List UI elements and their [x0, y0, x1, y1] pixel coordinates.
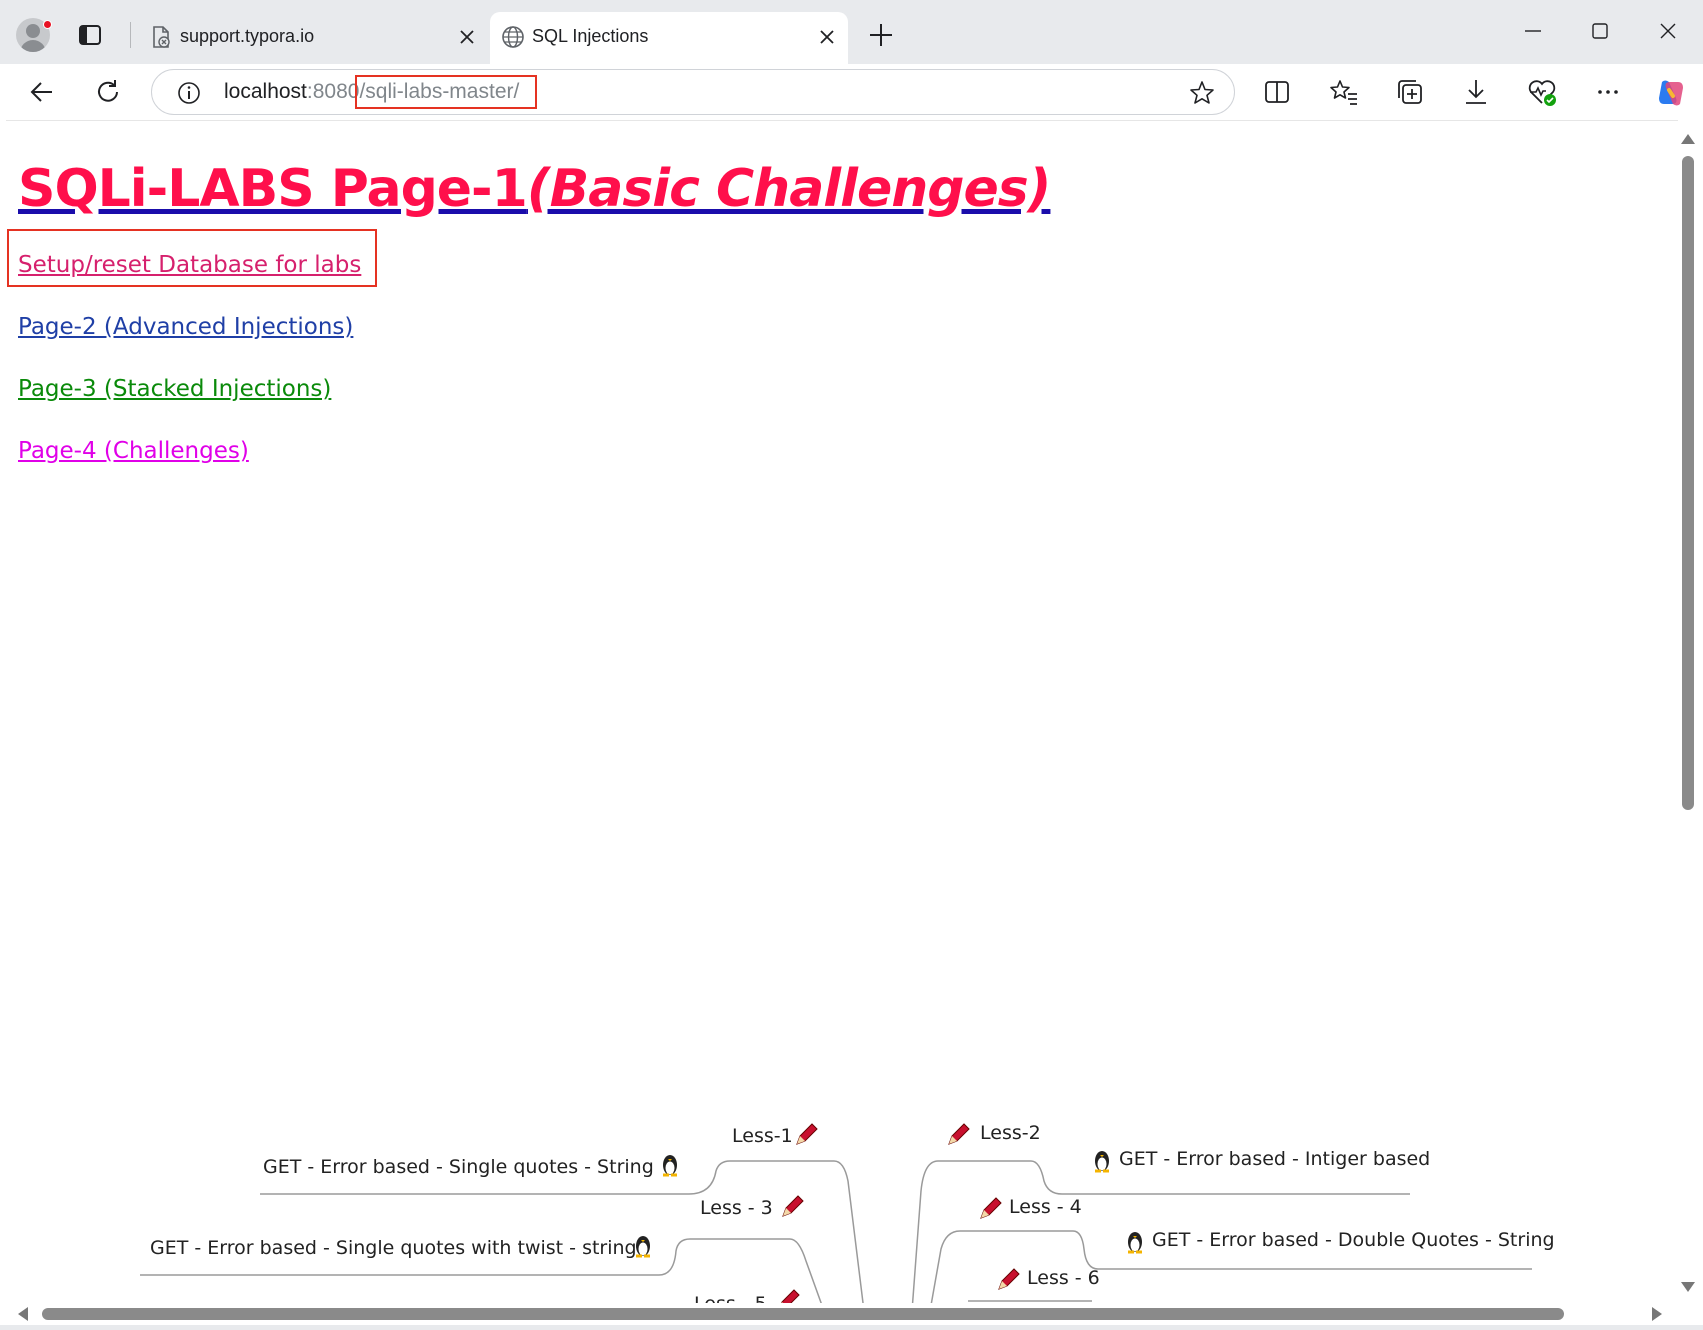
avatar-head — [26, 24, 40, 38]
info-icon[interactable] — [176, 80, 202, 106]
page-4-link[interactable]: Page-4 (Challenges) — [18, 438, 249, 464]
url-host: localhost — [224, 80, 307, 103]
tab-title: SQL Injections — [532, 26, 649, 46]
close-window-icon[interactable] — [1648, 14, 1688, 48]
close-tab-icon[interactable] — [816, 26, 838, 48]
notification-dot-icon — [43, 20, 52, 29]
browser-tab-bar: support.typora.io SQL Injections — [0, 0, 1703, 64]
maximize-icon[interactable] — [1580, 14, 1620, 48]
close-tab-icon[interactable] — [456, 26, 478, 48]
tab-support-typora[interactable]: support.typora.io — [138, 12, 488, 64]
mindmap-node-less4: Less - 4 — [1009, 1196, 1082, 1218]
vertical-scrollbar[interactable] — [1678, 120, 1703, 1308]
browser-essentials-icon[interactable] — [1526, 76, 1558, 108]
pencil-icon — [948, 1123, 970, 1145]
setup-reset-database-link[interactable]: Setup/reset Database for labs — [18, 252, 361, 278]
window-frame-bottom — [0, 1325, 1703, 1330]
more-options-icon[interactable] — [1592, 76, 1624, 108]
back-arrow-icon[interactable] — [26, 76, 58, 108]
title-sub: (Basic Challenges) — [526, 159, 1052, 219]
page-viewport: SQLi-LABS Page-1(Basic Challenges) Setup… — [6, 120, 1678, 1308]
page-title-link[interactable]: SQLi-LABS Page-1(Basic Challenges) — [18, 159, 1052, 219]
pencil-icon — [980, 1197, 1002, 1219]
copilot-icon[interactable] — [1654, 76, 1688, 110]
tux-penguin-icon — [663, 1155, 677, 1177]
url-port: :8080 — [306, 80, 360, 103]
mindmap-node-less6: Less - 6 — [1027, 1267, 1100, 1289]
scroll-left-arrow-icon[interactable] — [18, 1307, 28, 1321]
mindmap-node-desc4: GET - Error based - Double Quotes - Stri… — [1152, 1229, 1555, 1251]
favorites-icon[interactable] — [1328, 76, 1360, 108]
tab-separator — [130, 22, 131, 48]
tux-penguin-icon — [1095, 1151, 1109, 1173]
mindmap-node-desc3: GET - Error based - Single quotes with t… — [150, 1237, 637, 1259]
globe-icon — [502, 26, 524, 48]
mindmap-node-desc1: GET - Error based - Single quotes - Stri… — [263, 1156, 654, 1178]
split-screen-icon[interactable] — [1261, 76, 1293, 108]
pencil-icon — [782, 1195, 804, 1217]
document-error-icon — [153, 26, 170, 48]
scroll-up-arrow-icon[interactable] — [1681, 134, 1695, 144]
mindmap-node-less1: Less-1 — [732, 1125, 793, 1147]
title-main: SQLi-LABS Page-1 — [18, 159, 528, 219]
page-3-link[interactable]: Page-3 (Stacked Injections) — [18, 376, 331, 402]
lessons-mindmap: Less-1 GET - Error based - Single quotes… — [6, 121, 1678, 1308]
refresh-icon[interactable] — [92, 76, 124, 108]
vertical-scroll-thumb[interactable] — [1682, 156, 1694, 810]
scroll-down-arrow-icon[interactable] — [1681, 1282, 1695, 1292]
url-path-highlight-box — [355, 75, 537, 109]
address-bar[interactable]: localhost:8080/sqli-labs-master/ — [151, 69, 1235, 115]
favorite-star-icon[interactable] — [1188, 79, 1216, 107]
collections-icon[interactable] — [1394, 76, 1426, 108]
scroll-right-arrow-icon[interactable] — [1652, 1307, 1662, 1321]
pencil-icon — [796, 1123, 818, 1145]
tab-title: support.typora.io — [180, 26, 315, 46]
avatar-body — [20, 40, 46, 52]
downloads-icon[interactable] — [1460, 76, 1492, 108]
mindmap-node-less3: Less - 3 — [700, 1197, 773, 1219]
browser-toolbar: localhost:8080/sqli-labs-master/ — [0, 64, 1703, 120]
horizontal-scroll-thumb[interactable] — [42, 1308, 1564, 1320]
mindmap-connectors — [140, 1160, 1532, 1308]
page-2-link[interactable]: Page-2 (Advanced Injections) — [18, 314, 353, 340]
new-tab-icon[interactable] — [866, 20, 896, 50]
tux-penguin-icon — [1128, 1232, 1142, 1254]
pencil-icon — [998, 1268, 1020, 1290]
mindmap-node-desc2: GET - Error based - Intiger based — [1119, 1148, 1431, 1170]
tab-sql-injections[interactable]: SQL Injections — [490, 12, 848, 64]
tux-penguin-icon — [636, 1236, 650, 1258]
minimize-icon[interactable] — [1513, 14, 1553, 48]
mindmap-node-less2: Less-2 — [980, 1122, 1041, 1144]
tab-actions-icon[interactable] — [75, 20, 105, 50]
horizontal-scrollbar[interactable] — [6, 1303, 1678, 1325]
